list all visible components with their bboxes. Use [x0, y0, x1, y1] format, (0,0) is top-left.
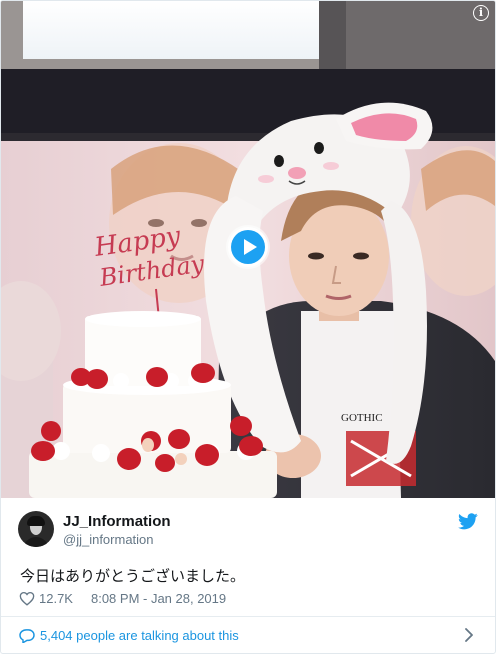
info-icon[interactable]: i — [473, 5, 489, 21]
like-count[interactable]: 12.7K — [39, 591, 73, 606]
speech-bubble-icon — [19, 629, 35, 643]
conversation-link[interactable]: 5,404 people are talking about this — [1, 617, 495, 653]
embedded-tweet-card: Happy Birthday GOTHIC i JJ_Information @… — [0, 0, 496, 654]
conversation-text[interactable]: 5,404 people are talking about this — [40, 628, 239, 643]
display-name[interactable]: JJ_Information — [63, 513, 171, 530]
tweet-video-media[interactable]: Happy Birthday GOTHIC i — [1, 1, 495, 498]
twitter-bird-icon[interactable] — [458, 513, 478, 530]
svg-text:GOTHIC: GOTHIC — [341, 412, 383, 424]
tweet-timestamp[interactable]: 8:08 PM - Jan 28, 2019 — [91, 591, 226, 606]
tweet-text: 今日はありがとうございました。 — [20, 567, 246, 585]
screen-name[interactable]: @jj_information — [63, 532, 154, 547]
tweet-author[interactable]: JJ_Information @jj_information — [18, 511, 478, 551]
play-button[interactable] — [228, 227, 268, 267]
tweet-meta: 12.7K 8:08 PM - Jan 28, 2019 — [19, 589, 226, 607]
heart-icon[interactable] — [19, 591, 35, 606]
play-icon — [244, 239, 257, 255]
avatar[interactable] — [18, 511, 54, 547]
chevron-right-icon[interactable] — [465, 628, 473, 642]
